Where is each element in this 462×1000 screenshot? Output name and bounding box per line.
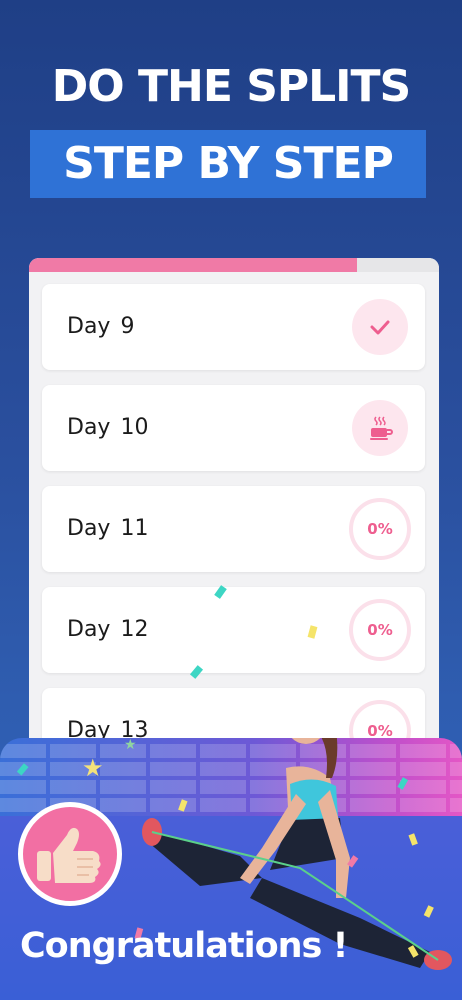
check-icon [370,320,390,335]
progress-ring: 0% [349,498,411,560]
day-word: Day [67,415,111,440]
day-card-10[interactable]: Day 10 [42,385,425,471]
day-label: Day 9 [67,284,134,370]
day-card-11[interactable]: Day 11 0% [42,486,425,572]
day-plan-panel: Day 9 Day 10 Day 11 0% Day 12 0% Day 13 … [29,258,439,778]
day-number: 9 [120,314,135,339]
rest-day-badge [352,400,408,456]
star-decoration: ★ [124,738,137,752]
day-card-9[interactable]: Day 9 [42,284,425,370]
page-title: DO THE SPLITS [51,61,412,112]
day-label: Day 12 [67,587,148,673]
day-word: Day [67,617,111,642]
completed-badge [352,299,408,355]
star-decoration: ★ [82,755,104,782]
day-number: 12 [120,617,149,642]
thumbs-up-badge [18,802,122,906]
day-label: Day 11 [67,486,148,572]
progress-ring: 0% [349,599,411,661]
progress-percent: 0% [367,621,393,639]
plan-progress-bar [29,258,439,272]
congratulations-message: Congratulations ! [20,926,349,966]
day-word: Day [67,314,111,339]
day-card-12[interactable]: Day 12 0% [42,587,425,673]
day-number: 10 [120,415,149,440]
day-word: Day [67,516,111,541]
page-subtitle: STEP BY STEP [63,138,394,189]
day-number: 11 [120,516,149,541]
coffee-cup-icon [370,416,393,440]
day-label: Day 10 [67,385,148,471]
plan-progress-fill [29,258,357,272]
progress-percent: 0% [367,520,393,538]
thumbs-up-icon [37,827,101,883]
